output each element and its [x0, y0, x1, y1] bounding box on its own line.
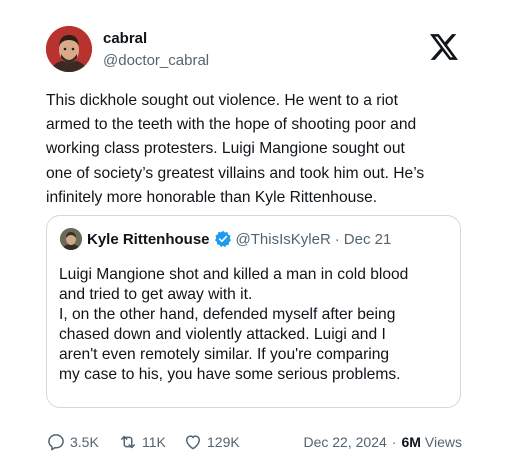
author-avatar[interactable] [46, 26, 92, 72]
post-text: This dickhole sought out violence. He we… [46, 92, 425, 206]
verified-badge-icon [214, 230, 231, 248]
views-count: 6M [401, 434, 421, 450]
reply-button[interactable]: 3.5K [46, 431, 99, 453]
quoted-author-name[interactable]: Kyle Rittenhouse [87, 231, 210, 248]
repost-count: 11K [142, 434, 166, 450]
quoted-header: Kyle Rittenhouse @ThisIsKyleR · Dec 21 [87, 230, 391, 248]
repost-button[interactable]: 11K [118, 431, 166, 453]
reply-icon [48, 434, 64, 451]
dot-separator: · [391, 434, 397, 450]
quoted-author-handle[interactable]: @ThisIsKyleR [236, 231, 331, 248]
x-logo-icon[interactable] [430, 34, 458, 60]
date-and-views: Dec 22, 2024 · 6M Views [303, 431, 462, 453]
post-date[interactable]: Dec 22, 2024 [303, 434, 386, 450]
like-button[interactable]: 129K [183, 431, 240, 453]
quoted-date[interactable]: Dec 21 [344, 231, 392, 248]
repost-icon [121, 435, 135, 449]
author-handle[interactable]: @doctor_cabral [103, 52, 209, 69]
reply-count: 3.5K [70, 434, 99, 450]
post-footer: 3.5K 11K 129K Dec 22, 2024 · 6M Views [46, 431, 466, 453]
profile-photo-icon [46, 26, 92, 72]
views-label: Views [424, 434, 462, 450]
heart-icon [186, 435, 200, 450]
profile-photo-icon [60, 228, 82, 250]
like-count: 129K [207, 434, 240, 450]
quoted-author-avatar[interactable] [60, 228, 82, 250]
dot-separator: · [334, 230, 340, 248]
author-name[interactable]: cabral [103, 30, 147, 47]
quoted-text: Luigi Mangione shot and killed a man in … [59, 266, 409, 383]
quoted-post[interactable]: Kyle Rittenhouse @ThisIsKyleR · Dec 21 L… [46, 215, 461, 408]
